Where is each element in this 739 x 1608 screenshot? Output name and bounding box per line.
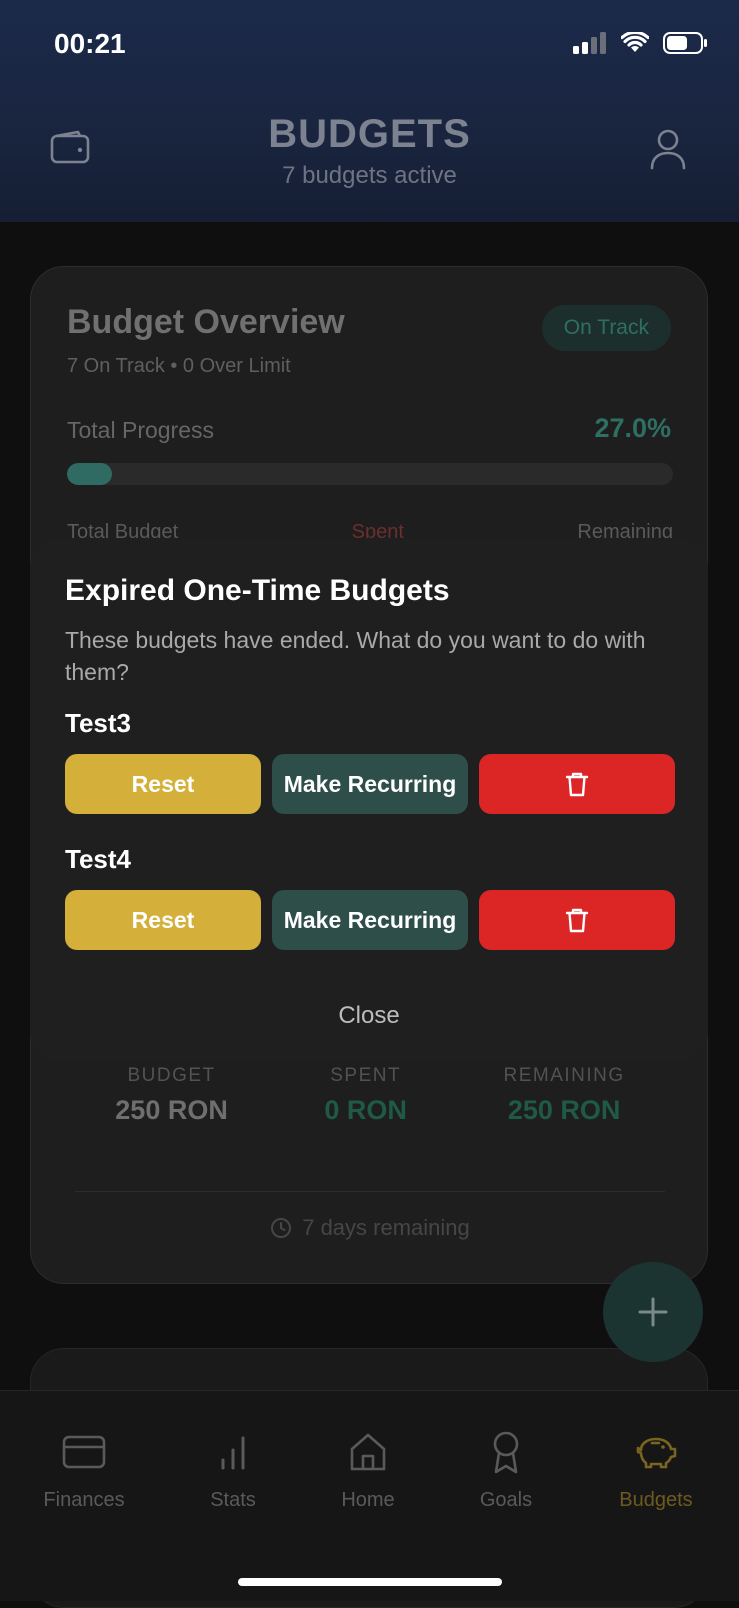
divider [75, 1191, 665, 1192]
trash-icon [565, 772, 589, 797]
page-title: BUDGETS [268, 112, 471, 156]
stat-budget: BUDGET 250 RON [115, 1065, 228, 1126]
profile-button[interactable] [649, 128, 687, 175]
stat-caption: BUDGET [127, 1065, 216, 1086]
stat-caption: REMAINING [503, 1065, 625, 1086]
stat-value: 250 RON [115, 1095, 228, 1125]
tab-label: Budgets [619, 1489, 693, 1511]
card-icon [62, 1435, 106, 1469]
battery-icon [663, 32, 707, 54]
app-header: 00:21 BUDGETS 7 budgets active [0, 0, 739, 222]
tab-stats[interactable]: Stats [173, 1429, 293, 1512]
days-remaining: 7 days remaining [31, 1215, 709, 1241]
tab-home[interactable]: Home [308, 1429, 428, 1512]
tab-budgets[interactable]: Budgets [596, 1429, 716, 1512]
tab-label: Stats [210, 1489, 256, 1511]
reset-button[interactable]: Reset [65, 754, 261, 814]
signal-icon [573, 32, 606, 54]
modal-title: Expired One-Time Budgets [65, 574, 450, 607]
tab-finances[interactable]: Finances [24, 1429, 144, 1512]
award-icon [493, 1431, 519, 1474]
status-time: 00:21 [54, 28, 126, 59]
clock-icon [271, 1218, 292, 1238]
stat-value: 250 RON [507, 1095, 621, 1125]
tab-label: Home [341, 1489, 395, 1511]
make-recurring-button[interactable]: Make Recurring [272, 890, 468, 950]
page-subtitle: 7 budgets active [282, 162, 457, 189]
stat-caption: SPENT [330, 1065, 402, 1086]
make-recurring-button[interactable]: Make Recurring [272, 754, 468, 814]
total-progress-fill [67, 463, 113, 485]
tab-goals[interactable]: Goals [446, 1429, 566, 1512]
budget-stats: BUDGET 250 RON SPENT 0 RON REMAINING 250… [67, 1065, 673, 1126]
overview-summary: 7 On Track • 0 Over Limit [67, 355, 291, 377]
delete-button[interactable] [479, 754, 675, 814]
days-remaining-text: 7 days remaining [302, 1215, 470, 1240]
bar-chart-icon [221, 1436, 245, 1470]
home-icon [350, 1433, 386, 1471]
reset-button[interactable]: Reset [65, 890, 261, 950]
total-progress-label: Total Progress [67, 417, 215, 443]
tab-label: Finances [43, 1489, 125, 1511]
piggy-bank-icon [636, 1437, 677, 1469]
budget-name: Test3 [65, 708, 131, 738]
delete-button[interactable] [479, 890, 675, 950]
stat-value: 0 RON [324, 1095, 407, 1125]
total-progress-value: 27.0% [594, 413, 671, 443]
budget-actions: Reset Make Recurring [65, 754, 675, 814]
modal-description: These budgets have ended. What do you wa… [65, 627, 646, 685]
add-budget-button[interactable] [603, 1262, 703, 1362]
tab-label: Goals [479, 1489, 533, 1511]
status-badge: On Track [541, 305, 671, 351]
user-icon [650, 129, 686, 170]
total-progress-bar [67, 463, 673, 485]
trash-icon [565, 908, 589, 933]
wifi-icon [621, 32, 649, 52]
plus-icon [638, 1297, 668, 1327]
status-icons [573, 32, 709, 54]
stat-remaining: REMAINING 250 RON [504, 1065, 625, 1126]
tab-bar: Finances Stats Home Goals Budgets [0, 1390, 739, 1601]
close-button[interactable]: Close [30, 1002, 708, 1030]
home-indicator [238, 1578, 502, 1586]
budget-name: Test4 [65, 844, 131, 874]
expired-budgets-modal: Expired One-Time Budgets These budgets h… [30, 538, 708, 1062]
budget-actions: Reset Make Recurring [65, 890, 675, 950]
overview-title: Budget Overview [67, 303, 345, 341]
stat-spent: SPENT 0 RON [324, 1065, 407, 1126]
